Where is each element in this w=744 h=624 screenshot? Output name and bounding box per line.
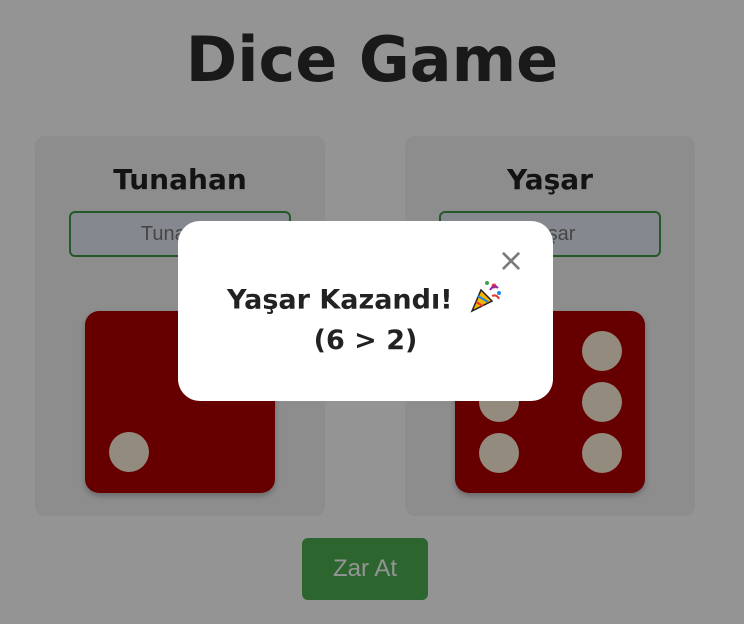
result-message: Yaşar Kazandı! (227, 284, 453, 316)
result-score: (6 > 2) (313, 325, 418, 356)
result-modal: × Yaşar Kazandı! (6 > 2) (178, 221, 553, 401)
party-popper-icon (468, 278, 504, 324)
close-icon[interactable]: × (496, 244, 526, 276)
result-message-row: Yaşar Kazandı! (178, 278, 553, 324)
